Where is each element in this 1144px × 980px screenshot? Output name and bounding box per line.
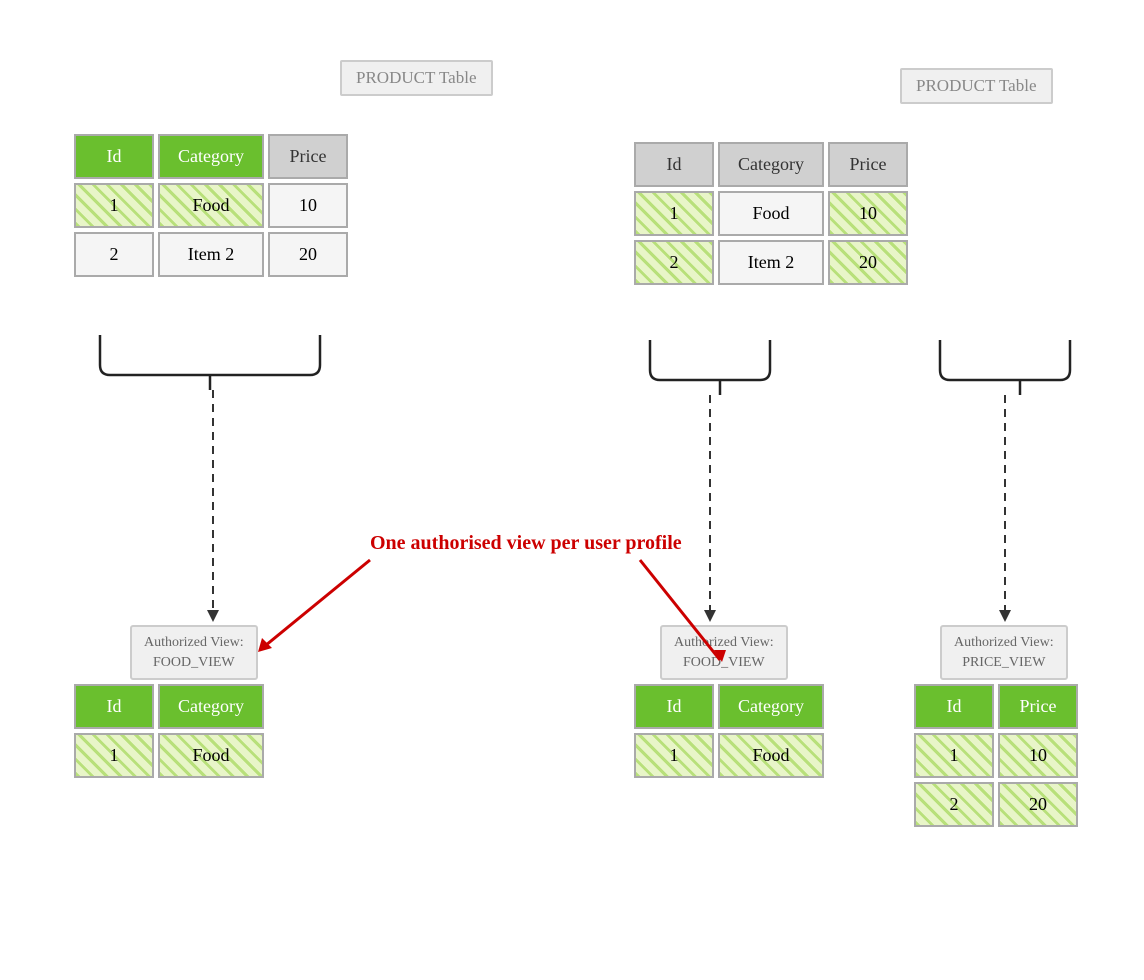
left-header-price: Price [268, 134, 348, 179]
right-price-header-id: Id [914, 684, 994, 729]
right-price-row2-price: 20 [998, 782, 1078, 827]
left-header-category: Category [158, 134, 264, 179]
right-product-table-label: PRODUCT Table [900, 68, 1053, 104]
annotation-text: One authorised view per user profile [370, 530, 682, 556]
right-row2-id: 2 [634, 240, 714, 285]
left-row1-category: Food [158, 183, 264, 228]
left-row2-category: Item 2 [158, 232, 264, 277]
left-food-header-id: Id [74, 684, 154, 729]
left-row1-price: 10 [268, 183, 348, 228]
right-row2-category: Item 2 [718, 240, 824, 285]
right-header-price: Price [828, 142, 908, 187]
left-food-view-label: Authorized View: FOOD_VIEW [130, 625, 258, 680]
right-header-category: Category [718, 142, 824, 187]
right-food-view-table: Id Category 1 Food [630, 680, 828, 782]
right-food-view-label: Authorized View: FOOD_VIEW [660, 625, 788, 680]
left-row1-id: 1 [74, 183, 154, 228]
right-price-header-price: Price [998, 684, 1078, 729]
right-product-table: Id Category Price 1 Food 10 2 Item 2 20 [630, 138, 912, 289]
left-food-view-table: Id Category 1 Food [70, 680, 268, 782]
left-header-id: Id [74, 134, 154, 179]
right-food-header-id: Id [634, 684, 714, 729]
right-row1-price: 10 [828, 191, 908, 236]
left-food-header-category: Category [158, 684, 264, 729]
left-row2-id: 2 [74, 232, 154, 277]
left-food-row1-id: 1 [74, 733, 154, 778]
right-row2-price: 20 [828, 240, 908, 285]
right-row1-category: Food [718, 191, 824, 236]
left-product-table-label: PRODUCT Table [340, 60, 493, 96]
right-price-view-table: Id Price 1 10 2 20 [910, 680, 1082, 831]
right-food-header-category: Category [718, 684, 824, 729]
right-food-row1-id: 1 [634, 733, 714, 778]
right-price-row2-id: 2 [914, 782, 994, 827]
left-food-row1-category: Food [158, 733, 264, 778]
right-header-id: Id [634, 142, 714, 187]
right-price-view-label: Authorized View: PRICE_VIEW [940, 625, 1068, 680]
left-row2-price: 20 [268, 232, 348, 277]
diagram-container: PRODUCT Table Id Category Price 1 Food 1… [0, 0, 1144, 980]
right-price-row1-id: 1 [914, 733, 994, 778]
right-food-row1-category: Food [718, 733, 824, 778]
right-row1-id: 1 [634, 191, 714, 236]
left-product-table: Id Category Price 1 Food 10 2 Item 2 20 [70, 130, 352, 281]
right-price-row1-price: 10 [998, 733, 1078, 778]
